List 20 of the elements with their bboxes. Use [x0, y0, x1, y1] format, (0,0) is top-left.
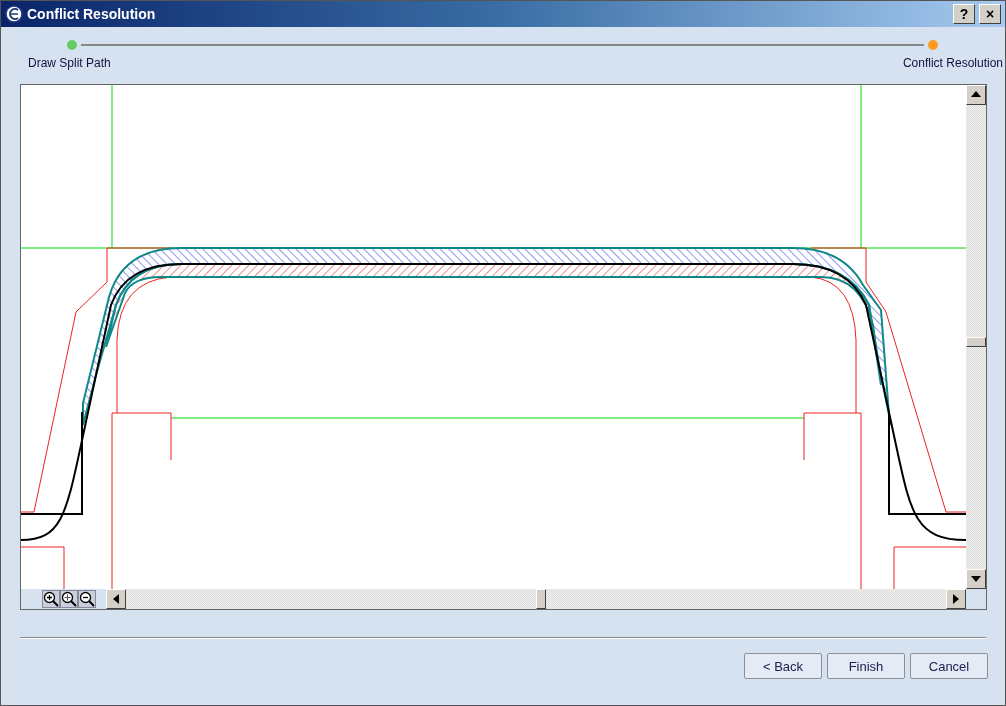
zoom-in-button[interactable] [42, 590, 60, 608]
scroll-thumb[interactable] [536, 589, 546, 609]
close-button[interactable]: × [979, 4, 1001, 24]
step-label: Draw Split Path [28, 56, 111, 70]
zoom-fit-button[interactable] [60, 590, 78, 608]
vertical-scrollbar[interactable] [966, 85, 986, 589]
step-label: Conflict Resolution [902, 56, 1003, 70]
app-logo-icon [5, 5, 23, 23]
scroll-up-button[interactable] [966, 85, 986, 105]
scroll-thumb[interactable] [966, 337, 986, 347]
finish-button[interactable]: Finish [827, 653, 905, 679]
help-button[interactable]: ? [953, 4, 975, 24]
horizontal-scrollbar[interactable] [106, 589, 966, 609]
scroll-left-button[interactable] [106, 589, 126, 609]
cancel-button[interactable]: Cancel [910, 653, 988, 679]
back-button[interactable]: < Back [744, 653, 822, 679]
scroll-right-button[interactable] [946, 589, 966, 609]
scroll-down-button[interactable] [966, 569, 986, 589]
zoom-out-button[interactable] [78, 590, 96, 608]
window-title: Conflict Resolution [27, 6, 156, 22]
